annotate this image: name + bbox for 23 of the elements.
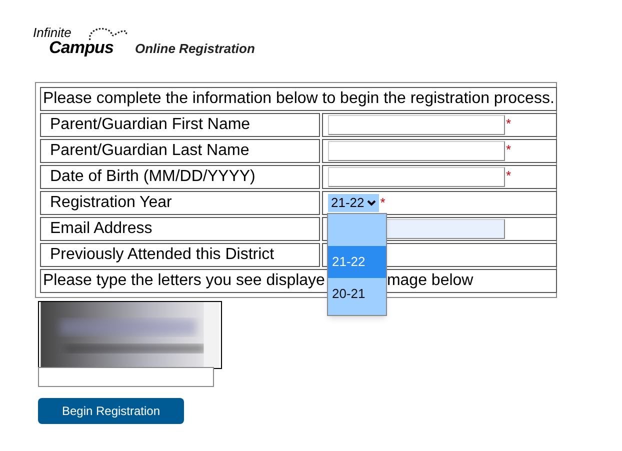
- text-input[interactable]: [328, 141, 505, 161]
- dropdown-option[interactable]: 20-21: [328, 278, 386, 310]
- field-label: Email Address: [50, 220, 152, 237]
- chevron-icon: [367, 200, 376, 206]
- text-input[interactable]: [328, 167, 505, 187]
- field-label: Date of Birth (MM/DD/YYYY): [50, 168, 256, 185]
- year-select[interactable]: 21-22: [328, 194, 380, 212]
- required-asterisk: *: [506, 117, 512, 130]
- required-asterisk: *: [506, 143, 512, 156]
- captcha-prompt: mage below: [386, 271, 474, 291]
- field-label: Parent/Guardian First Name: [50, 116, 250, 133]
- captcha-prompt: Please type the letters you see displaye: [43, 271, 325, 291]
- captcha-input[interactable]: [38, 367, 214, 387]
- required-asterisk: *: [380, 196, 386, 209]
- text-input[interactable]: [328, 115, 505, 135]
- field-label: Previously Attended this District: [50, 246, 274, 263]
- logo: Infinite Campus: [33, 26, 125, 60]
- app-title: Online Registration: [135, 40, 255, 58]
- intro-text: Please complete the information below to begin the registration process.: [43, 90, 554, 107]
- field-label: Parent/Guardian Last Name: [50, 142, 250, 159]
- field-label: Registration Year: [50, 194, 172, 211]
- required-asterisk: *: [506, 169, 512, 182]
- begin-registration-button[interactable]: Begin Registration: [38, 398, 184, 424]
